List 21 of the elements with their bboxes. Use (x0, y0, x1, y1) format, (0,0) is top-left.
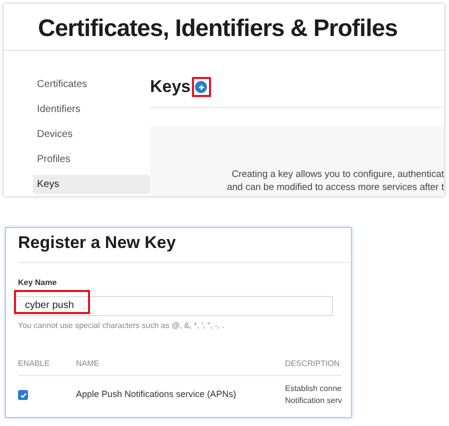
service-description: Notification serv (285, 395, 342, 407)
sidebar-item[interactable]: Identifiers (33, 100, 150, 119)
column-header: DESCRIPTION (285, 358, 340, 370)
sidebar-item[interactable]: Profiles (33, 150, 150, 169)
column-header: ENABLE (18, 358, 51, 370)
column-header: NAME (76, 358, 100, 370)
page-title: Certificates, Identifiers & Profiles (38, 14, 398, 44)
form-title: Register a New Key (18, 232, 177, 254)
add-icon[interactable] (195, 81, 208, 93)
section-heading: Keys (150, 76, 191, 98)
sidebar-item[interactable]: Devices (33, 125, 150, 144)
service-name: Apple Push Notifications service (APNs) (76, 388, 238, 402)
empty-state-text: and can be modified to access more services after t (226, 181, 444, 194)
key-name-field[interactable]: cyber push (15, 296, 333, 316)
enable-checkbox[interactable] (18, 390, 28, 400)
sidebar-item[interactable]: Keys (33, 175, 150, 194)
field-hint: You cannot use special characters such as @, &, *, ', ", -, . (18, 320, 226, 332)
service-description: Establish conne (285, 383, 342, 395)
sidebar-item[interactable]: Certificates (33, 75, 150, 94)
empty-state-text: Creating a key allows you to configure, authenticat (232, 168, 444, 181)
field-label: Key Name (18, 277, 58, 289)
